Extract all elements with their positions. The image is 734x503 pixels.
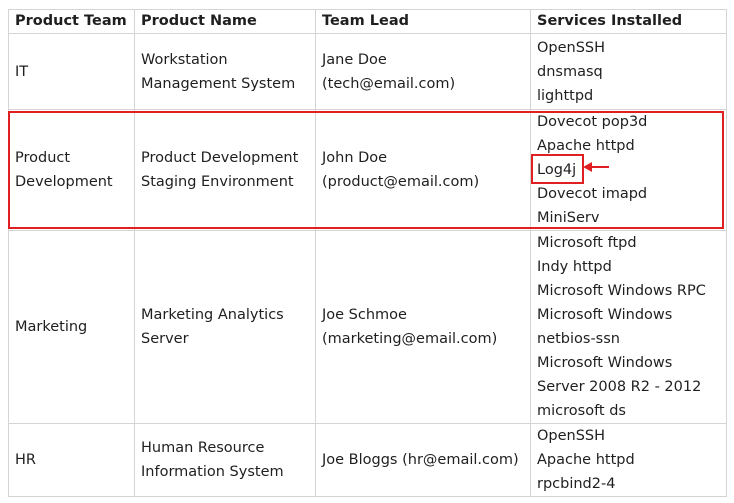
lead-name: Joe Schmoe [322,307,407,323]
lead-cell: Joe Bloggs (hr@email.com) [315,423,531,497]
lead-cell: Joe Schmoe (marketing@email.com) [315,230,531,424]
service-item: lighttpd [537,87,594,104]
service-item: Apache httpd [537,452,635,468]
team-name: HR [15,452,36,468]
product-name-line: Workstation [141,51,228,68]
lead-name: John Doe [322,150,388,166]
product-name-line: Management System [141,75,296,92]
lead-cell: John Doe (product@email.com) [315,109,531,231]
table-row: Marketing Marketing Analytics Server Joe… [8,230,727,424]
team-name-line: Product [15,150,71,166]
product-name-line: Marketing Analytics [141,307,284,323]
product-cell: Product Development Staging Environment [134,109,316,231]
product-name-line: Staging Environment [141,174,294,190]
lead-email: (marketing@email.com) [322,331,498,347]
table-row: IT Workstation Management System Jane Do… [8,33,727,110]
service-item: dnsmasq [537,63,603,80]
header-row: Product Team Product Name Team Lead Serv… [8,9,727,34]
service-item: OpenSSH [537,428,606,444]
table-row-highlighted: Product Development Product Development … [8,109,727,231]
team-cell: HR [8,423,135,497]
product-name-line: Human Resource [141,440,265,456]
team-cell: IT [8,33,135,110]
service-item: MiniServ [537,210,600,226]
service-item: Dovecot imapd [537,186,648,202]
team-name: Marketing [15,319,88,335]
product-cell: Human Resource Information System [134,423,316,497]
lead-email: (tech@email.com) [322,75,456,92]
service-item: OpenSSH [537,39,606,56]
services-cell: Microsoft ftpd Indy httpd Microsoft Wind… [530,230,727,424]
team-name: IT [15,63,29,80]
lead-cell: Jane Doe (tech@email.com) [315,33,531,110]
service-item: Microsoft ftpd [537,235,637,251]
services-cell: OpenSSH Apache httpd rpcbind2-4 [530,423,727,497]
product-name-line: Information System [141,464,284,480]
product-cell: Marketing Analytics Server [134,230,316,424]
lead-email: (product@email.com) [322,174,480,190]
product-name-line: Server [141,331,189,347]
header-team-lead: Team Lead [315,9,531,34]
service-item: netbios-ssn [537,331,620,347]
service-item: Dovecot pop3d [537,114,648,130]
table-row: HR Human Resource Information System Joe… [8,423,727,497]
product-name-line: Product Development [141,150,299,166]
service-item: Indy httpd [537,259,612,275]
product-cell: Workstation Management System [134,33,316,110]
services-cell: Dovecot pop3d Apache httpd Log4j Dovecot… [530,109,727,231]
service-item: Microsoft Windows RPC [537,283,706,299]
service-item: Microsoft Windows [537,307,673,323]
header-product-name: Product Name [134,9,316,34]
header-product-team: Product Team [8,9,135,34]
team-cell: Marketing [8,230,135,424]
product-services-table: Product Team Product Name Team Lead Serv… [8,9,727,497]
service-item: Server 2008 R2 - 2012 [537,379,702,395]
services-cell: OpenSSH dnsmasq lighttpd [530,33,727,110]
team-name-line: Development [15,174,113,190]
service-item: Apache httpd [537,138,635,154]
service-item: rpcbind2-4 [537,476,616,492]
service-item: microsoft ds [537,403,626,419]
lead-name-email: Joe Bloggs (hr@email.com) [322,452,519,468]
service-item-log4j: Log4j [537,162,577,178]
service-item: Microsoft Windows [537,355,673,371]
header-services-installed: Services Installed [530,9,727,34]
lead-name: Jane Doe [322,51,387,68]
team-cell: Product Development [8,109,135,231]
